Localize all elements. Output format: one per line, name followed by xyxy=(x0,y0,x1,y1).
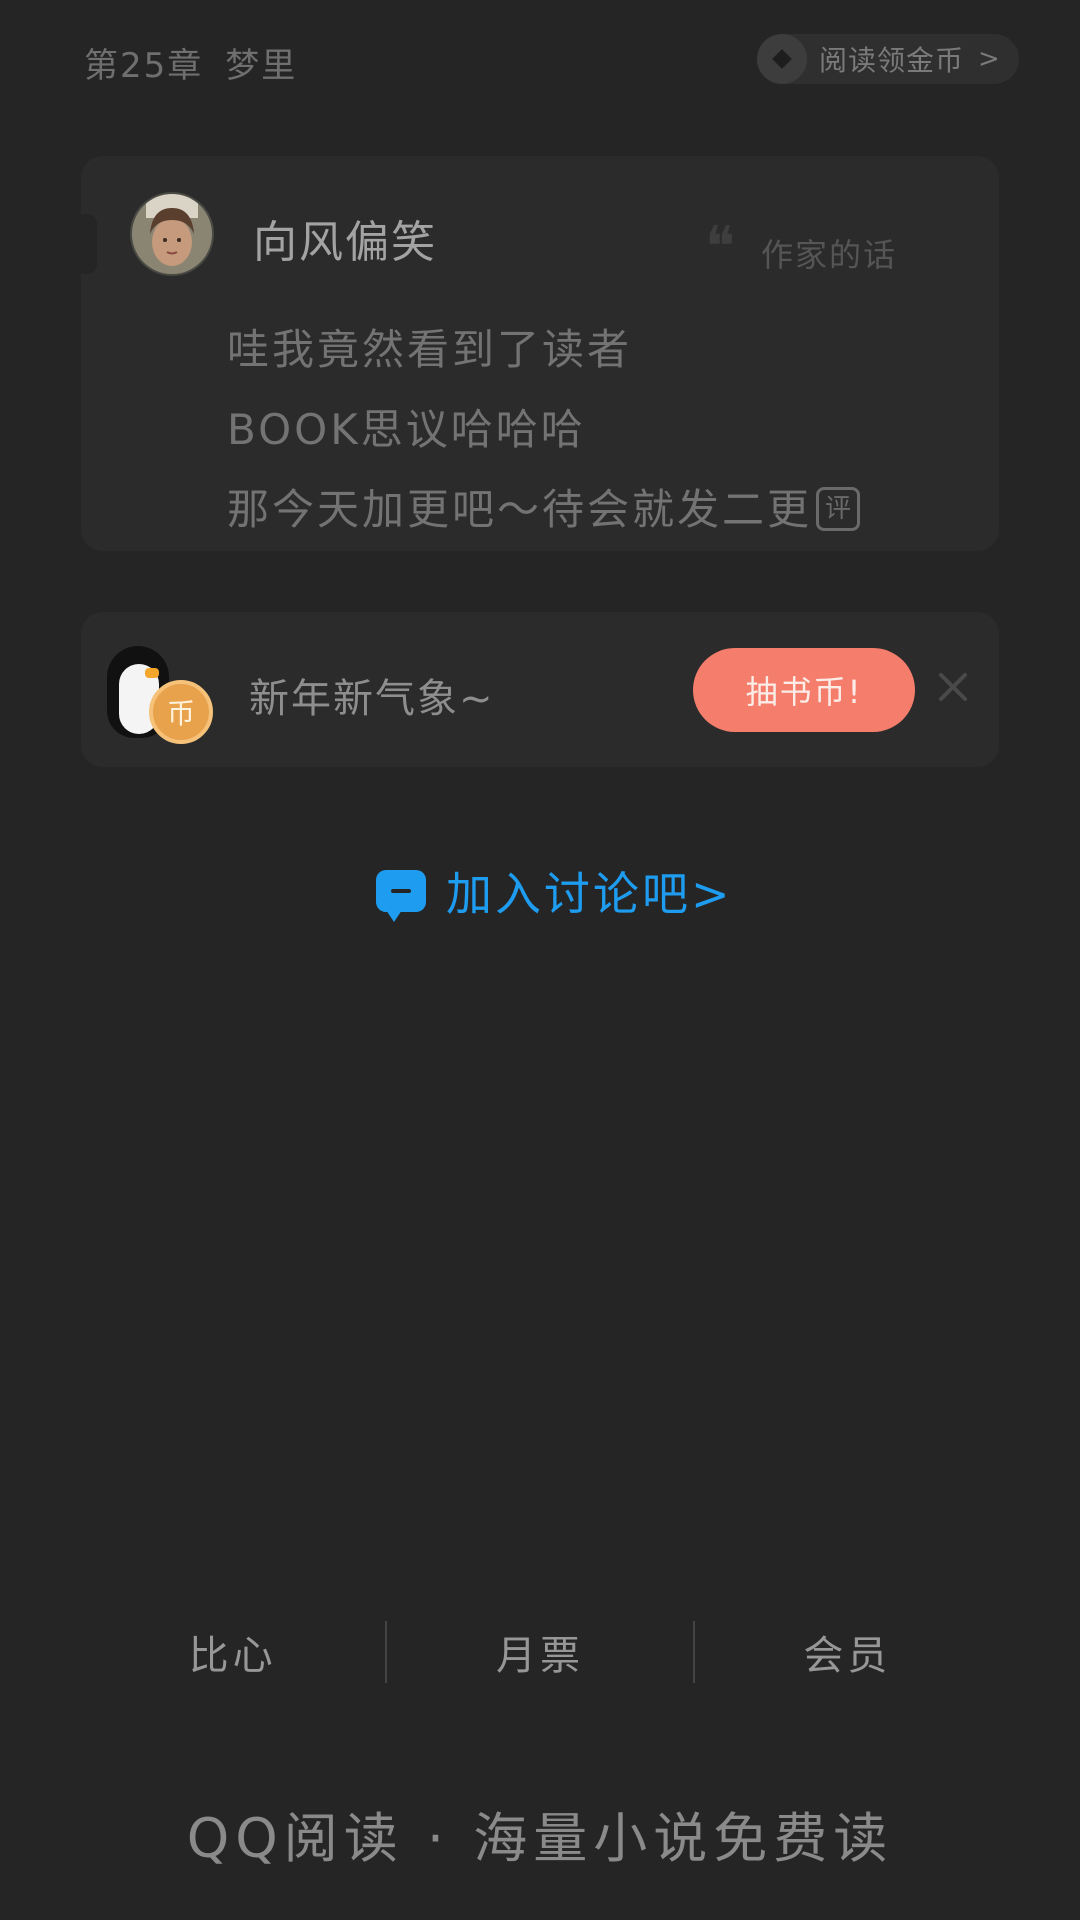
chapter-name: 梦里 xyxy=(225,46,298,86)
join-discussion-label: 加入讨论吧> xyxy=(446,867,733,921)
coin-glyph: 币 xyxy=(149,680,213,744)
author-name[interactable]: 向风偏笑 xyxy=(253,206,437,270)
author-words-label: 作家的话 xyxy=(761,236,898,274)
read-earn-coins-button[interactable]: 阅读领金币 > xyxy=(757,34,1019,84)
penguin-coin-icon: 币 xyxy=(103,642,213,744)
author-message-line: 哇我竟然看到了读者 xyxy=(227,325,633,374)
new-year-promo-card: 币 新年新气象~ 抽书币! xyxy=(81,612,999,767)
author-note-card: 向风偏笑 ❝ 作家的话 哇我竟然看到了读者 BOOK思议哈哈哈 那今天加更吧～待… xyxy=(81,156,999,551)
promo-text: 新年新气象~ xyxy=(249,676,495,722)
author-message-line: 那今天加更吧～待会就发二更评 xyxy=(227,476,861,537)
read-earn-coins-label: 阅读领金币 xyxy=(819,44,965,77)
footer-slogan: QQ阅读 · 海量小说免费读 xyxy=(186,1807,894,1870)
support-action-row: 比心 月票 会员 xyxy=(80,1620,1000,1684)
author-message-line: BOOK思议哈哈哈 xyxy=(227,405,586,454)
chevron-right-icon: > xyxy=(978,44,1000,74)
author-avatar[interactable] xyxy=(130,192,214,276)
action-membership[interactable]: 会员 xyxy=(695,1623,1000,1681)
quote-icon: ❝ xyxy=(705,215,736,280)
chapter-title: 第25章 梦里 xyxy=(84,38,297,87)
card-notch xyxy=(81,214,97,274)
chapter-number: 第25章 xyxy=(84,46,204,86)
join-discussion-link[interactable]: 加入讨论吧> xyxy=(376,858,733,924)
chat-bubble-icon xyxy=(376,870,426,922)
comment-tag-icon[interactable]: 评 xyxy=(816,486,861,531)
draw-coins-button[interactable]: 抽书币! xyxy=(693,648,915,732)
author-message-text: 那今天加更吧～待会就发二更 xyxy=(227,485,813,534)
action-heart[interactable]: 比心 xyxy=(80,1623,385,1681)
action-monthly-ticket[interactable]: 月票 xyxy=(387,1623,692,1681)
close-icon[interactable] xyxy=(936,670,970,704)
coin-ring-icon xyxy=(757,34,807,84)
